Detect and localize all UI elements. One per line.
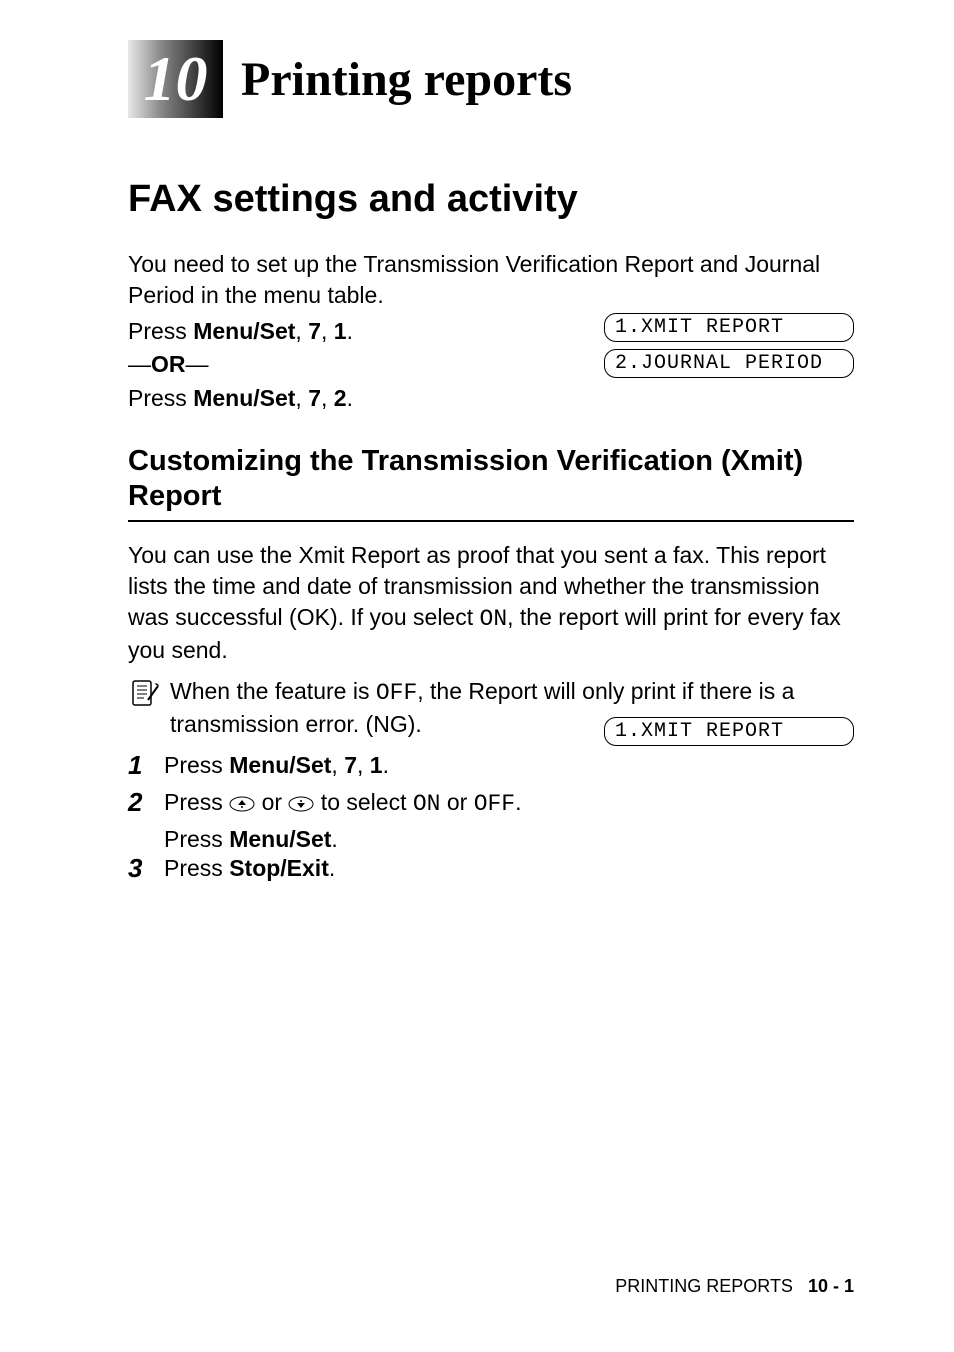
step-number: 2 <box>128 787 164 818</box>
text: , <box>295 385 308 411</box>
up-arrow-icon <box>229 796 255 812</box>
text: to select <box>314 789 412 815</box>
text: Press <box>164 855 229 881</box>
key-1: 1 <box>370 752 383 778</box>
footer-label: PRINTING REPORTS <box>615 1276 793 1296</box>
chapter-number-badge: 10 <box>128 40 223 118</box>
menu-set-key: Menu/Set <box>229 752 331 778</box>
lcd-display-xmit-step: 1.XMIT REPORT <box>604 717 854 746</box>
text: Press <box>164 826 229 852</box>
step-2: 2 Press or to select ON or OFF. <box>128 787 854 820</box>
text: or <box>440 789 473 815</box>
step-3: 3 Press Stop/Exit. <box>128 853 854 884</box>
text: , <box>321 385 334 411</box>
lcd-display-journal: 2.JOURNAL PERIOD <box>604 349 854 378</box>
menu-set-key: Menu/Set <box>193 385 295 411</box>
off-value: OFF <box>474 791 515 817</box>
text: Press <box>164 752 229 778</box>
intro-paragraph: You need to set up the Transmission Veri… <box>128 249 854 311</box>
text: or <box>255 789 288 815</box>
section-heading: FAX settings and activity <box>128 178 854 221</box>
off-value: OFF <box>376 680 417 706</box>
dash: — <box>186 351 209 377</box>
press-line-2: Press Menu/Set, 7, 2. <box>128 382 854 414</box>
text: . <box>347 318 353 344</box>
text: , <box>321 318 334 344</box>
text: . <box>383 752 389 778</box>
text: . <box>331 826 337 852</box>
stop-exit-key: Stop/Exit <box>229 855 329 881</box>
subsection-paragraph: You can use the Xmit Report as proof tha… <box>128 540 854 666</box>
step-text: Press Stop/Exit. <box>164 853 854 884</box>
or-text: OR <box>151 351 186 377</box>
text: When the feature is <box>170 678 376 704</box>
step-number: 3 <box>128 853 164 884</box>
step-2-line2: Press Menu/Set. <box>164 826 854 853</box>
text: . <box>329 855 335 881</box>
menu-set-key: Menu/Set <box>193 318 295 344</box>
down-arrow-icon <box>288 796 314 812</box>
text: Press <box>128 385 193 411</box>
on-value: ON <box>480 606 508 632</box>
text: . <box>347 385 353 411</box>
divider <box>128 520 854 522</box>
subsection-heading: Customizing the Transmission Verificatio… <box>128 444 854 514</box>
page-footer: PRINTING REPORTS 10 - 1 <box>615 1276 854 1297</box>
chapter-header: 10 Printing reports <box>128 40 854 118</box>
on-value: ON <box>413 791 441 817</box>
text: . <box>515 789 521 815</box>
text: , <box>295 318 308 344</box>
text: , <box>357 752 370 778</box>
step-number: 1 <box>128 750 164 781</box>
footer-page: 10 - 1 <box>808 1276 854 1296</box>
lcd-display-xmit: 1.XMIT REPORT <box>604 313 854 342</box>
key-7: 7 <box>308 318 321 344</box>
chapter-title: Printing reports <box>241 52 572 107</box>
key-7: 7 <box>344 752 357 778</box>
text: Press <box>128 318 193 344</box>
text: Press <box>164 789 229 815</box>
note-icon <box>128 678 160 710</box>
dash: — <box>128 351 151 377</box>
key-1: 1 <box>334 318 347 344</box>
step-text: Press or to select ON or OFF. <box>164 787 854 820</box>
menu-set-key: Menu/Set <box>229 826 331 852</box>
step-1: 1 Press Menu/Set, 7, 1. <box>128 750 854 781</box>
step-text: Press Menu/Set, 7, 1. <box>164 750 854 781</box>
key-7: 7 <box>308 385 321 411</box>
text: , <box>331 752 344 778</box>
chapter-number: 10 <box>144 42 208 116</box>
key-2: 2 <box>334 385 347 411</box>
